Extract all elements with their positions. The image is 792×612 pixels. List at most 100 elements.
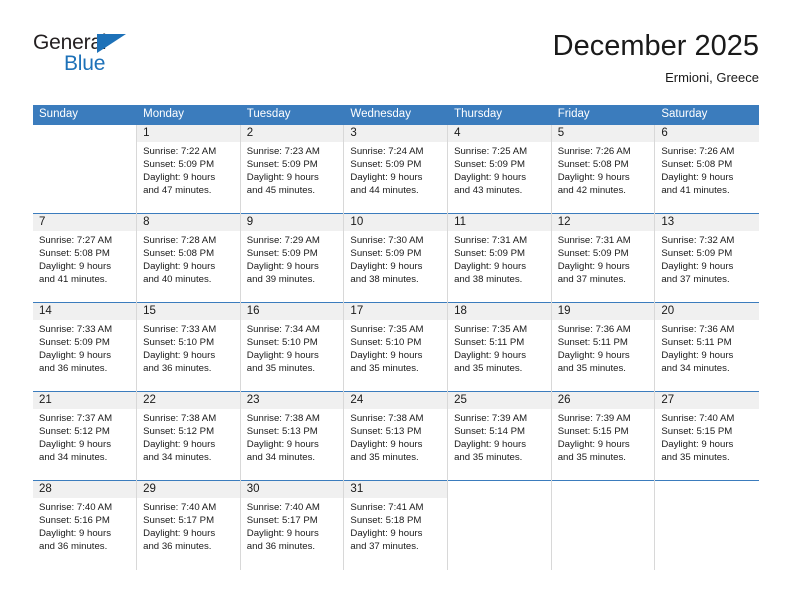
day-cell[interactable]: 29 Sunrise: 7:40 AM Sunset: 5:17 PM Dayligh… <box>136 480 241 570</box>
sunset-text: Sunset: 5:09 PM <box>143 159 215 171</box>
daylight-text-line1: Daylight: 9 hours <box>39 528 111 540</box>
day-number: 21 <box>33 392 137 409</box>
day-number: 20 <box>655 303 759 320</box>
day-cell[interactable]: 24 Sunrise: 7:38 AM Sunset: 5:13 PM Dayligh… <box>343 391 449 481</box>
day-cell[interactable]: 30 Sunrise: 7:40 AM Sunset: 5:17 PM Dayligh… <box>240 480 345 570</box>
day-number: 8 <box>137 214 240 231</box>
day-cell[interactable]: 31 Sunrise: 7:41 AM Sunset: 5:18 PM Dayligh… <box>343 480 449 570</box>
sunrise-text: Sunrise: 7:23 AM <box>246 146 320 157</box>
sunrise-text: Sunrise: 7:22 AM <box>143 146 217 157</box>
daylight-text-line1: Daylight: 9 hours <box>350 172 423 184</box>
daylight-text-line1: Daylight: 9 hours <box>246 350 319 362</box>
daylight-text-line2: and 37 minutes. <box>350 541 419 553</box>
sunset-text: Sunset: 5:09 PM <box>350 159 422 171</box>
day-cell[interactable]: 27 Sunrise: 7:40 AM Sunset: 5:15 PM Dayligh… <box>654 391 759 481</box>
sunset-text: Sunset: 5:17 PM <box>143 515 215 527</box>
daylight-text-line1: Daylight: 9 hours <box>454 350 527 362</box>
daylight-text-line1: Daylight: 9 hours <box>143 172 216 184</box>
day-cell[interactable]: 11 Sunrise: 7:31 AM Sunset: 5:09 PM Dayligh… <box>447 213 552 303</box>
daylight-text-line2: and 35 minutes. <box>350 363 419 375</box>
sunrise-text: Sunrise: 7:38 AM <box>143 413 217 424</box>
sunrise-text: Sunrise: 7:40 AM <box>39 502 113 513</box>
day-cell[interactable]: 9 Sunrise: 7:29 AM Sunset: 5:09 PM Daylight… <box>240 213 345 303</box>
sunset-text: Sunset: 5:11 PM <box>454 337 525 349</box>
day-cell[interactable]: 22 Sunrise: 7:38 AM Sunset: 5:12 PM Dayligh… <box>136 391 241 481</box>
day-cell[interactable]: 16 Sunrise: 7:34 AM Sunset: 5:10 PM Dayligh… <box>240 302 345 392</box>
weekday-header-row: Sunday Monday Tuesday Wednesday Thursday Frid… <box>33 105 759 125</box>
daylight-text-line2: and 34 minutes. <box>661 363 730 375</box>
page-subtitle: Ermioni, Greece <box>665 70 759 85</box>
sunset-text: Sunset: 5:08 PM <box>557 159 629 171</box>
daylight-text-line1: Daylight: 9 hours <box>143 350 216 362</box>
day-cell[interactable]: 1 Sunrise: 7:22 AM Sunset: 5:09 PM Daylight… <box>136 124 241 214</box>
day-info: Sunrise: 7:39 AM Sunset: 5:15 PM Daylight:… <box>552 409 655 464</box>
day-cell[interactable]: 4 Sunrise: 7:25 AM Sunset: 5:09 PM Daylight… <box>447 124 552 214</box>
sunrise-text: Sunrise: 7:31 AM <box>454 235 528 246</box>
daylight-text-line1: Daylight: 9 hours <box>661 439 734 451</box>
day-cell[interactable]: 25 Sunrise: 7:39 AM Sunset: 5:14 PM Dayligh… <box>447 391 552 481</box>
day-cell[interactable]: 8 Sunrise: 7:28 AM Sunset: 5:08 PM Daylight… <box>136 213 241 303</box>
day-number: 16 <box>240 303 344 320</box>
day-cell[interactable]: 18 Sunrise: 7:35 AM Sunset: 5:11 PM Dayligh… <box>447 302 552 392</box>
sunset-text: Sunset: 5:13 PM <box>350 426 422 438</box>
day-number: 13 <box>655 214 759 231</box>
daylight-text-line2: and 38 minutes. <box>454 274 523 286</box>
day-cell[interactable]: 12 Sunrise: 7:31 AM Sunset: 5:09 PM Dayligh… <box>551 213 656 303</box>
day-cell[interactable]: 5 Sunrise: 7:26 AM Sunset: 5:08 PM Daylight… <box>551 124 656 214</box>
day-cell[interactable]: 15 Sunrise: 7:33 AM Sunset: 5:10 PM Dayligh… <box>136 302 241 392</box>
sunrise-text: Sunrise: 7:36 AM <box>661 324 735 335</box>
triangle-icon <box>97 34 126 53</box>
day-info: Sunrise: 7:38 AM Sunset: 5:13 PM Daylight:… <box>344 409 447 464</box>
day-cell[interactable]: 26 Sunrise: 7:39 AM Sunset: 5:15 PM Dayligh… <box>551 391 656 481</box>
day-info: Sunrise: 7:41 AM Sunset: 5:18 PM Daylight:… <box>344 498 447 553</box>
day-info: Sunrise: 7:36 AM Sunset: 5:11 PM Daylight:… <box>552 320 655 375</box>
sunrise-text: Sunrise: 7:34 AM <box>246 324 320 335</box>
daylight-text-line1: Daylight: 9 hours <box>39 439 111 451</box>
day-info: Sunrise: 7:28 AM Sunset: 5:08 PM Daylight:… <box>137 231 240 286</box>
sunset-text: Sunset: 5:15 PM <box>557 426 629 438</box>
day-cell[interactable]: 19 Sunrise: 7:36 AM Sunset: 5:11 PM Dayligh… <box>551 302 656 392</box>
brand-name-blue: Blue <box>64 52 106 75</box>
calendar-page: General Blue December 2025 Ermioni, Gree… <box>0 0 792 612</box>
daylight-text-line1: Daylight: 9 hours <box>246 439 319 451</box>
sunset-text: Sunset: 5:14 PM <box>454 426 525 438</box>
day-info: Sunrise: 7:35 AM Sunset: 5:10 PM Daylight:… <box>344 320 447 375</box>
daylight-text-line1: Daylight: 9 hours <box>246 528 319 540</box>
weekday-header-wednesday: Wednesday <box>343 105 449 125</box>
day-cell[interactable]: 17 Sunrise: 7:35 AM Sunset: 5:10 PM Dayligh… <box>343 302 449 392</box>
sunrise-text: Sunrise: 7:24 AM <box>350 146 424 157</box>
day-cell-empty <box>33 124 138 214</box>
sunrise-text: Sunrise: 7:33 AM <box>39 324 113 335</box>
week-row: 7 Sunrise: 7:27 AM Sunset: 5:08 PM Daylight… <box>33 213 759 303</box>
daylight-text-line1: Daylight: 9 hours <box>557 350 630 362</box>
day-cell[interactable]: 6 Sunrise: 7:26 AM Sunset: 5:08 PM Daylight… <box>654 124 759 214</box>
day-cell[interactable]: 23 Sunrise: 7:38 AM Sunset: 5:13 PM Dayligh… <box>240 391 345 481</box>
brand-logo[interactable]: General Blue <box>33 30 253 92</box>
sunset-text: Sunset: 5:12 PM <box>143 426 215 438</box>
daylight-text-line1: Daylight: 9 hours <box>246 261 319 273</box>
day-number: 24 <box>344 392 448 409</box>
day-number: 22 <box>137 392 240 409</box>
daylight-text-line2: and 34 minutes. <box>143 452 212 464</box>
day-cell[interactable]: 2 Sunrise: 7:23 AM Sunset: 5:09 PM Daylight… <box>240 124 345 214</box>
daylight-text-line2: and 35 minutes. <box>661 452 730 464</box>
day-cell[interactable]: 14 Sunrise: 7:33 AM Sunset: 5:09 PM Dayligh… <box>33 302 138 392</box>
day-cell[interactable]: 7 Sunrise: 7:27 AM Sunset: 5:08 PM Daylight… <box>33 213 138 303</box>
day-cell[interactable]: 10 Sunrise: 7:30 AM Sunset: 5:09 PM Dayligh… <box>343 213 449 303</box>
day-number: 3 <box>344 125 448 142</box>
sunrise-text: Sunrise: 7:26 AM <box>661 146 735 157</box>
day-cell[interactable]: 21 Sunrise: 7:37 AM Sunset: 5:12 PM Dayligh… <box>33 391 138 481</box>
sunset-text: Sunset: 5:09 PM <box>661 248 733 260</box>
day-cell[interactable]: 20 Sunrise: 7:36 AM Sunset: 5:11 PM Dayligh… <box>654 302 759 392</box>
day-number <box>551 481 655 498</box>
sunrise-text: Sunrise: 7:36 AM <box>557 324 631 335</box>
day-cell[interactable]: 28 Sunrise: 7:40 AM Sunset: 5:16 PM Dayligh… <box>33 480 138 570</box>
daylight-text-line1: Daylight: 9 hours <box>350 350 423 362</box>
daylight-text-line2: and 35 minutes. <box>350 452 419 464</box>
daylight-text-line2: and 36 minutes. <box>246 541 316 553</box>
day-info: Sunrise: 7:24 AM Sunset: 5:09 PM Daylight:… <box>344 142 447 197</box>
sunrise-text: Sunrise: 7:28 AM <box>143 235 217 246</box>
day-cell[interactable]: 3 Sunrise: 7:24 AM Sunset: 5:09 PM Daylight… <box>343 124 449 214</box>
day-cell[interactable]: 13 Sunrise: 7:32 AM Sunset: 5:09 PM Dayligh… <box>654 213 759 303</box>
daylight-text-line1: Daylight: 9 hours <box>661 172 734 184</box>
